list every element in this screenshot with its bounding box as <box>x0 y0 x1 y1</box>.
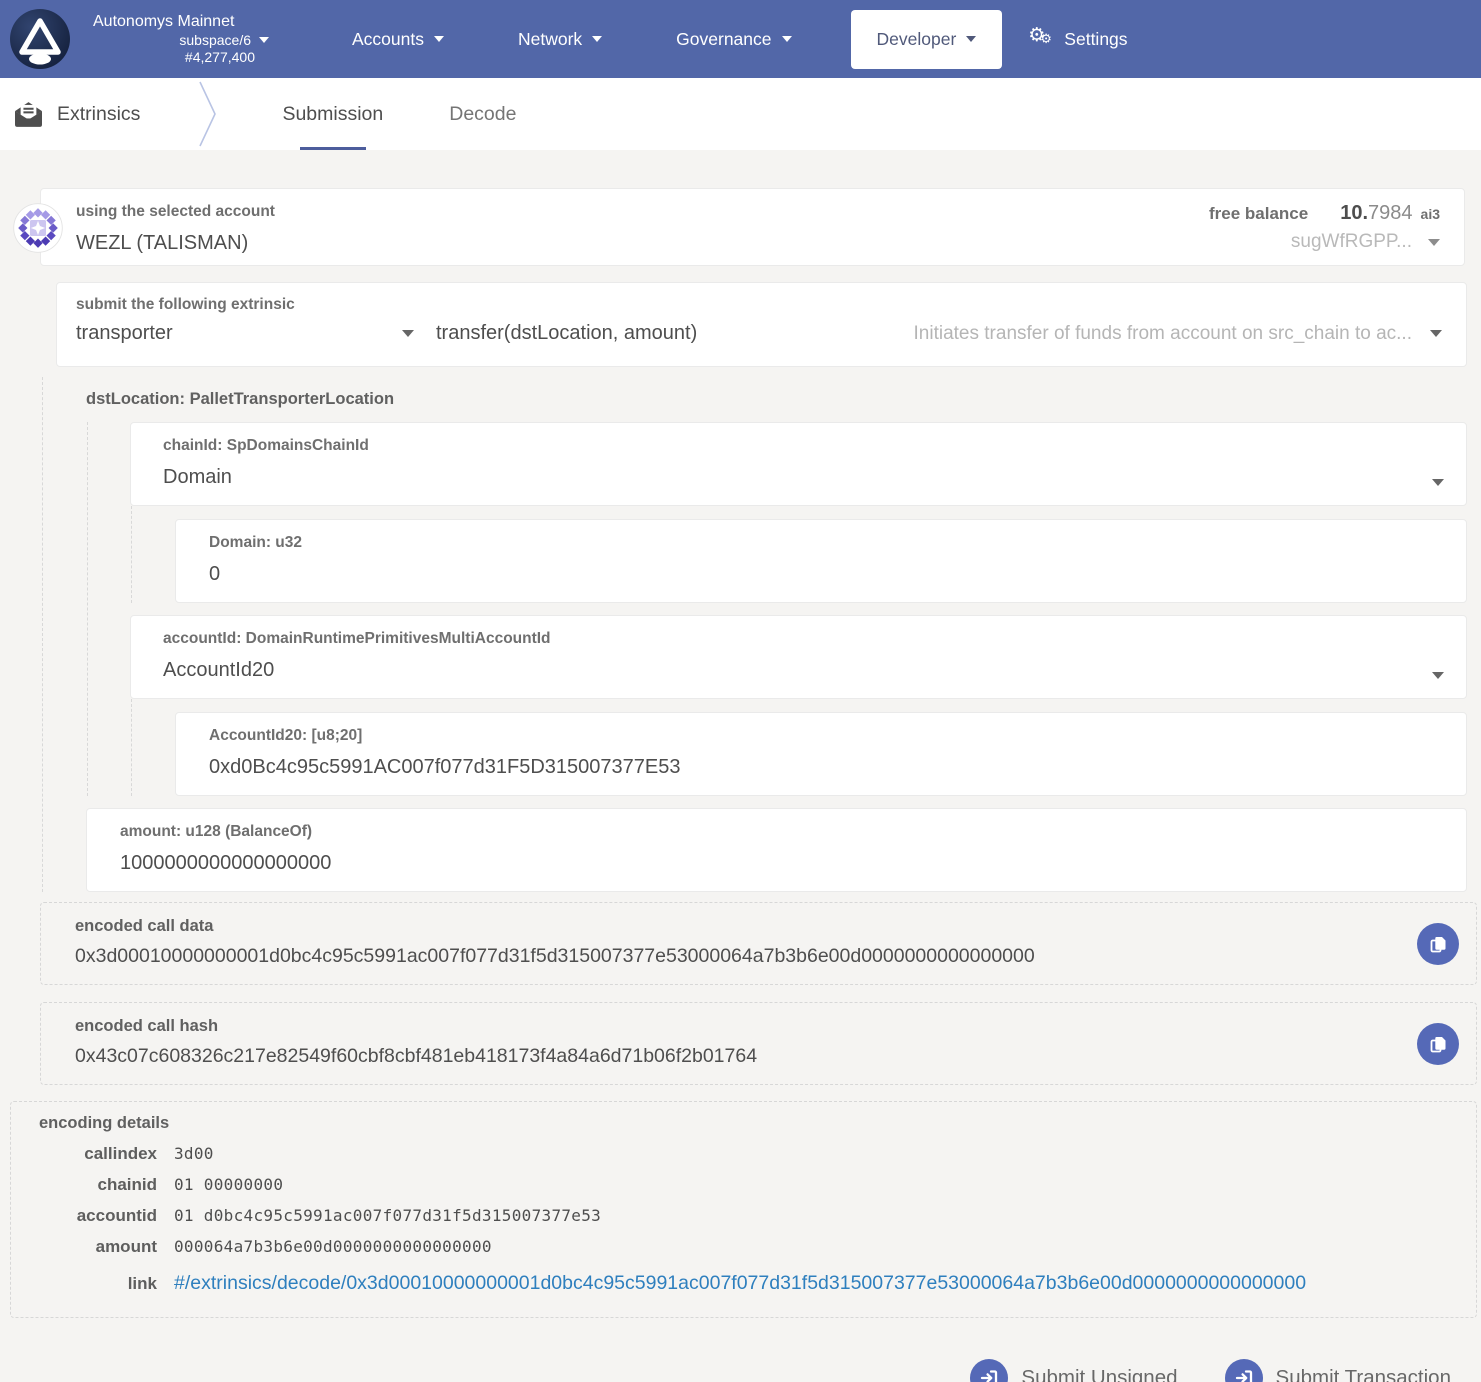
detail-row-callindex: callindex 3d00 <box>29 1144 1460 1164</box>
call-signature: transfer(dstLocation, amount) <box>436 322 697 345</box>
param-domain: Domain: u32 0 <box>175 519 1467 603</box>
tab-bar: Submission Decode <box>282 78 516 150</box>
account-selector-label: using the selected account <box>76 202 275 222</box>
chain-title: Autonomys Mainnet <box>93 12 269 32</box>
encoded-call-hash-section: encoded call hash 0x43c07c608326c217e825… <box>40 1002 1477 1085</box>
extrinsics-form: using the selected account WEZL (TALISMA… <box>0 188 1481 1382</box>
sign-in-icon <box>1225 1359 1263 1382</box>
detail-row-link: link #/extrinsics/decode/0x3d00010000000… <box>29 1272 1460 1295</box>
account-name[interactable]: WEZL (TALISMAN) <box>76 229 275 257</box>
param-amount: amount: u128 (BalanceOf) 100000000000000… <box>86 808 1467 892</box>
chevron-down-icon <box>1428 239 1440 246</box>
chain-spec-label: subspace/6 <box>179 32 251 50</box>
sign-in-icon <box>970 1359 1008 1382</box>
call-dropdown[interactable]: transfer(dstLocation, amount) Initiates … <box>436 322 1446 345</box>
balance-integer: 10. <box>1340 202 1368 224</box>
balance-fraction: 7984 <box>1368 202 1413 224</box>
detail-row-amount: amount 000064a7b3b6e00d0000000000000000 <box>29 1237 1460 1257</box>
tab-decode[interactable]: Decode <box>449 78 516 150</box>
nav-accounts[interactable]: Accounts <box>315 29 481 50</box>
pallet-name: transporter <box>76 322 173 345</box>
chevron-down-icon <box>1432 479 1444 486</box>
free-balance: free balance 10.7984 ai3 <box>1209 202 1440 225</box>
param-chainid-value[interactable]: Domain <box>163 463 1446 491</box>
extrinsics-envelope-icon <box>15 102 42 127</box>
submit-actions: Submit Unsigned Submit Transaction <box>0 1359 1451 1382</box>
param-accountid20: AccountId20: [u8;20] 0xd0Bc4c95c5991AC00… <box>175 712 1467 796</box>
copy-icon <box>1428 1034 1448 1054</box>
chain-info: Autonomys Mainnet subspace/6 #4,277,400 <box>93 12 269 67</box>
decode-link[interactable]: #/extrinsics/decode/0x3d00010000000001d0… <box>174 1272 1306 1295</box>
free-balance-label: free balance <box>1209 204 1308 224</box>
main-nav: Accounts Network Governance Developer ⚙⚙… <box>315 10 1128 69</box>
autonomys-logo-icon[interactable] <box>9 8 71 70</box>
copy-icon <box>1428 934 1448 954</box>
top-nav-bar: Autonomys Mainnet subspace/6 #4,277,400 … <box>0 0 1481 78</box>
encoded-call-hash-value: 0x43c07c608326c217e82549f60cbf8cbf481eb4… <box>75 1042 1456 1070</box>
nav-network[interactable]: Network <box>481 29 639 50</box>
param-accountid-label: accountId: DomainRuntimePrimitivesMultiA… <box>163 629 1446 649</box>
encoded-call-data-label: encoded call data <box>75 916 1456 936</box>
copy-call-data-button[interactable] <box>1417 923 1459 965</box>
params-tree: dstLocation: PalletTransporterLocation c… <box>42 377 1467 892</box>
account-selector: using the selected account WEZL (TALISMA… <box>40 188 1465 266</box>
param-chainid: chainId: SpDomainsChainId Domain <box>130 422 1467 506</box>
nav-settings[interactable]: ⚙⚙ Settings <box>1020 26 1127 52</box>
block-number: #4,277,400 <box>93 49 269 67</box>
encoded-call-data-value: 0x3d00010000000001d0bc4c95c5991ac007f077… <box>75 942 1456 970</box>
chevron-down-icon <box>966 36 976 42</box>
param-domain-label: Domain: u32 <box>209 533 1446 553</box>
param-accountid-value[interactable]: AccountId20 <box>163 656 1446 684</box>
account-identicon[interactable] <box>13 203 63 253</box>
param-chainid-label: chainId: SpDomainsChainId <box>163 436 1446 456</box>
param-domain-input[interactable]: 0 <box>209 560 1446 588</box>
page-title: Extrinsics <box>57 103 140 126</box>
encoding-details-section: encoding details callindex 3d00 chainid … <box>10 1101 1477 1318</box>
encoded-call-data-section: encoded call data 0x3d00010000000001d0bc… <box>40 902 1477 985</box>
call-description: Initiates transfer of funds from account… <box>914 323 1412 345</box>
detail-row-chainid: chainid 01 00000000 <box>29 1175 1460 1195</box>
account-address-short: sugWfRGPP... <box>1291 231 1412 253</box>
chain-spec-dropdown[interactable]: subspace/6 <box>93 32 269 50</box>
app-window: Autonomys Mainnet subspace/6 #4,277,400 … <box>0 0 1481 1382</box>
nav-developer[interactable]: Developer <box>851 10 1003 69</box>
nav-governance[interactable]: Governance <box>639 29 828 50</box>
encoded-call-hash-label: encoded call hash <box>75 1016 1456 1036</box>
extrinsic-selector: submit the following extrinsic transport… <box>56 282 1467 367</box>
extrinsic-selector-label: submit the following extrinsic <box>76 295 1446 315</box>
param-amount-label: amount: u128 (BalanceOf) <box>120 822 1446 842</box>
submit-unsigned-button[interactable]: Submit Unsigned <box>970 1359 1177 1382</box>
param-amount-input[interactable]: 1000000000000000000 <box>120 849 1446 877</box>
param-accountid20-input[interactable]: 0xd0Bc4c95c5991AC007f077d31F5D315007377E… <box>209 753 1446 781</box>
chevron-down-icon <box>434 36 444 42</box>
param-accountid: accountId: DomainRuntimePrimitivesMultiA… <box>130 615 1467 699</box>
detail-row-accountid: accountid 01 d0bc4c95c5991ac007f077d31f5… <box>29 1206 1460 1226</box>
chevron-down-icon <box>592 36 602 42</box>
tab-submission[interactable]: Submission <box>282 78 383 150</box>
chevron-down-icon <box>1430 330 1442 337</box>
copy-call-hash-button[interactable] <box>1417 1023 1459 1065</box>
chevron-down-icon <box>1432 672 1444 679</box>
param-accountid20-label: AccountId20: [u8;20] <box>209 726 1446 746</box>
encoding-details-title: encoding details <box>29 1114 1460 1133</box>
balance-unit: ai3 <box>1421 206 1440 222</box>
breadcrumb: Extrinsics Submission Decode <box>0 78 1481 150</box>
gears-icon: ⚙⚙ <box>1028 26 1055 52</box>
param-dstlocation-label: dstLocation: PalletTransporterLocation <box>43 377 1467 422</box>
account-address-dropdown[interactable]: sugWfRGPP... <box>1209 231 1440 253</box>
chevron-down-icon <box>259 37 269 43</box>
pallet-dropdown[interactable]: transporter <box>76 322 436 345</box>
submit-transaction-button[interactable]: Submit Transaction <box>1225 1359 1451 1382</box>
chevron-down-icon <box>782 36 792 42</box>
chevron-down-icon <box>402 330 414 337</box>
breadcrumb-chevron-icon <box>198 81 218 147</box>
